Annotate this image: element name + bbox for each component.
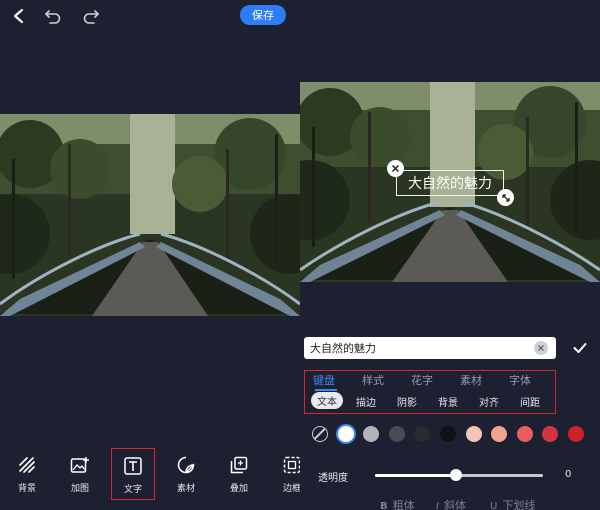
undo-icon[interactable]	[42, 5, 64, 27]
back-arrow-icon[interactable]	[8, 5, 30, 27]
color-swatch[interactable]	[388, 426, 405, 442]
italic-icon: I	[436, 501, 439, 510]
sticker-icon	[175, 454, 197, 476]
sub-tabs: 文本 描边 阴影 背景 对齐 间距	[305, 392, 555, 410]
hatch-background-icon	[16, 454, 38, 476]
right-text-editor-panel: 大自然的魅力 大自然的魅力 键盘 样式 花字 素材 字体 文本 描边 阴影 背景…	[300, 0, 600, 510]
color-swatch[interactable]	[337, 426, 354, 442]
underline-icon: U	[490, 501, 498, 510]
top-bar: 保存	[0, 0, 300, 32]
subtab-text[interactable]: 文本	[311, 392, 343, 409]
opacity-label: 透明度	[318, 473, 348, 484]
color-swatch[interactable]	[516, 426, 533, 442]
bold-icon: B	[380, 501, 388, 510]
confirm-check-icon[interactable]	[570, 338, 590, 358]
tab-style[interactable]: 样式	[362, 372, 384, 388]
left-editor-panel: 保存 背景 加图 文字 素材 叠加 边框	[0, 0, 301, 510]
color-swatch[interactable]	[568, 426, 584, 442]
tab-materials[interactable]: 素材	[460, 372, 482, 388]
save-button[interactable]: 保存	[240, 5, 286, 25]
subtab-spacing[interactable]: 间距	[520, 394, 540, 409]
bold-label: 粗体	[392, 499, 415, 510]
tool-background[interactable]: 背景	[5, 448, 49, 500]
italic-label: 斜体	[443, 499, 466, 510]
delete-layer-icon[interactable]	[387, 160, 404, 177]
text-input-field[interactable]: 大自然的魅力	[304, 337, 556, 359]
bold-toggle[interactable]: B 粗体	[380, 497, 415, 510]
text-icon	[122, 455, 144, 477]
add-image-icon	[69, 454, 91, 476]
color-swatch[interactable]	[465, 426, 482, 442]
color-swatch[interactable]	[363, 426, 380, 442]
clear-icon[interactable]	[534, 341, 548, 355]
tab-keyboard[interactable]: 键盘	[313, 372, 335, 388]
opacity-slider[interactable]	[375, 469, 543, 481]
color-swatch[interactable]	[542, 426, 559, 442]
tab-font[interactable]: 字体	[509, 372, 531, 388]
subtab-stroke[interactable]: 描边	[356, 394, 376, 409]
tool-sticker[interactable]: 素材	[164, 448, 208, 500]
bottom-toolbar: 背景 加图 文字 素材 叠加 边框	[0, 448, 301, 508]
active-tab-underline	[315, 389, 337, 391]
color-swatch[interactable]	[440, 426, 456, 442]
subtab-shadow[interactable]: 阴影	[397, 394, 417, 409]
overlay-icon	[228, 454, 250, 476]
main-tabs: 键盘 样式 花字 素材 字体	[305, 372, 555, 391]
redo-icon[interactable]	[80, 5, 102, 27]
no-color-icon[interactable]	[312, 426, 328, 442]
opacity-slider-fill	[375, 474, 456, 477]
opacity-slider-knob[interactable]	[449, 469, 462, 481]
tool-label: 文字	[123, 485, 142, 495]
subtab-align[interactable]: 对齐	[479, 394, 499, 409]
underline-label: 下划线	[502, 499, 536, 510]
tool-label: 背景	[17, 484, 36, 494]
subtab-background[interactable]: 背景	[438, 394, 458, 409]
tool-label: 加图	[70, 484, 89, 494]
resize-rotate-icon[interactable]	[497, 189, 514, 206]
color-swatch[interactable]	[491, 426, 508, 442]
tool-overlay[interactable]: 叠加	[217, 448, 261, 500]
tool-label: 叠加	[229, 484, 248, 494]
tool-label: 素材	[176, 484, 195, 494]
tool-add-image[interactable]: 加图	[58, 448, 102, 500]
opacity-value: 0	[565, 469, 572, 480]
tab-fancy-text[interactable]: 花字	[411, 372, 433, 388]
text-input-value: 大自然的魅力	[310, 342, 376, 355]
italic-toggle[interactable]: I 斜体	[436, 497, 466, 510]
tool-text[interactable]: 文字	[111, 448, 155, 500]
color-swatch[interactable]	[414, 426, 431, 442]
text-style-tabs: 键盘 样式 花字 素材 字体 文本 描边 阴影 背景 对齐 间距	[304, 370, 556, 414]
tool-label: 边框	[282, 484, 301, 494]
color-palette	[312, 426, 600, 444]
underline-toggle[interactable]: U 下划线	[490, 497, 535, 510]
canvas-text-layer[interactable]: 大自然的魅力	[396, 170, 504, 196]
canvas-photo[interactable]	[0, 114, 300, 316]
